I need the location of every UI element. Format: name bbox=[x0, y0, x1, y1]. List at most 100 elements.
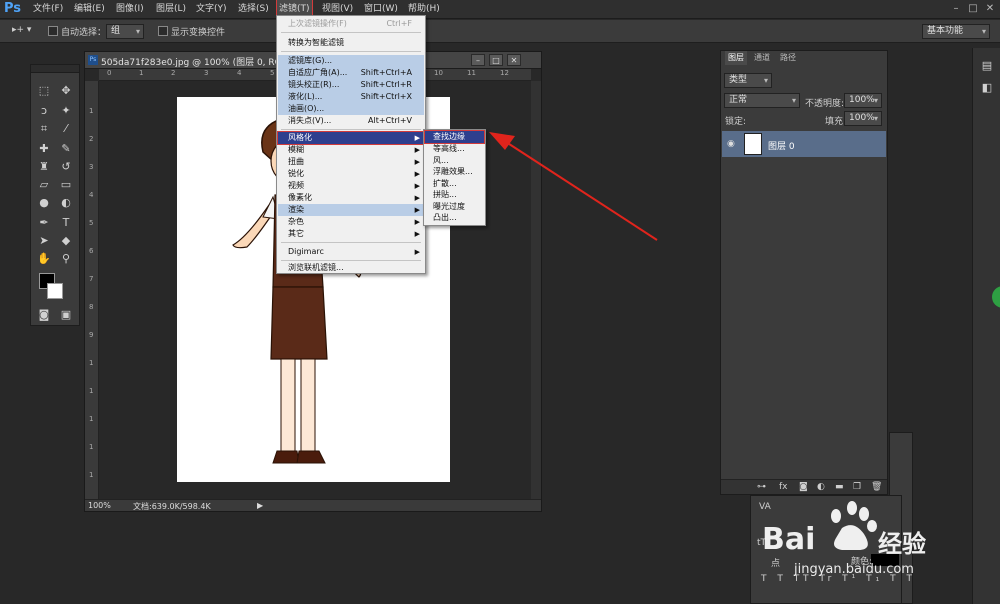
menu-browse-online-filters[interactable]: 浏览联机滤镜... bbox=[278, 262, 424, 274]
new-layer-icon[interactable]: ❐ bbox=[853, 482, 861, 492]
gradient-tool-icon[interactable]: ▭ bbox=[57, 177, 75, 193]
doc-close-button[interactable]: ✕ bbox=[507, 54, 521, 66]
doc-minimize-button[interactable]: – bbox=[471, 54, 485, 66]
background-color-swatch[interactable] bbox=[47, 283, 63, 299]
submenu-emboss[interactable]: 浮雕效果... bbox=[425, 166, 484, 178]
clone-stamp-icon[interactable]: ♜ bbox=[35, 159, 53, 175]
menu-oil-paint[interactable]: 油画(O)... bbox=[278, 103, 424, 115]
menu-stylize[interactable]: 风格化 ▶ bbox=[277, 131, 425, 145]
submenu-trace-contour[interactable]: 等高线... bbox=[425, 143, 484, 155]
menu-sharpen[interactable]: 锐化 ▶ bbox=[278, 168, 424, 180]
dodge-tool-icon[interactable]: ◐ bbox=[57, 195, 75, 211]
submenu-tiles[interactable]: 拼贴... bbox=[425, 189, 484, 201]
menu-video[interactable]: 视频 ▶ bbox=[278, 180, 424, 192]
menu-type[interactable]: 文字(Y) bbox=[194, 0, 229, 19]
quick-mask-icon[interactable]: ◙ bbox=[35, 307, 53, 323]
baidu-watermark: Bai 经验 jingyan.baidu.com bbox=[758, 494, 948, 584]
menu-render[interactable]: 渲染 ▶ bbox=[278, 204, 424, 216]
menu-blur[interactable]: 模糊 ▶ bbox=[278, 144, 424, 156]
status-arrow-icon[interactable]: ▶ bbox=[257, 501, 263, 510]
move-tool-icon[interactable]: ✥ bbox=[57, 83, 75, 99]
crop-tool-icon[interactable]: ⌗ bbox=[35, 121, 53, 137]
layer-name: 图层 0 bbox=[768, 142, 795, 152]
close-icon[interactable]: ✕ bbox=[984, 3, 996, 15]
ruler-tick: 4 bbox=[237, 69, 242, 77]
folder-icon[interactable]: ▬ bbox=[835, 482, 844, 492]
trash-icon[interactable]: 🗑 bbox=[871, 482, 882, 492]
pen-tool-icon[interactable]: ✒ bbox=[35, 215, 53, 231]
tab-layers[interactable]: 图层 bbox=[725, 51, 747, 65]
fill-field[interactable]: 100% bbox=[844, 111, 882, 126]
status-indicator[interactable] bbox=[992, 286, 1000, 308]
blur-tool-icon[interactable]: ● bbox=[35, 195, 53, 211]
healing-brush-icon[interactable]: ✚ bbox=[35, 141, 53, 157]
layer-row[interactable]: ◉ 图层 0 bbox=[722, 131, 886, 157]
menu-last-filter[interactable]: 上次滤镜操作(F) Ctrl+F bbox=[278, 18, 424, 30]
menu-noise[interactable]: 杂色 ▶ bbox=[278, 216, 424, 228]
fx-icon[interactable]: fx bbox=[779, 482, 788, 492]
blend-mode-dropdown[interactable]: 正常 bbox=[724, 93, 800, 108]
mask-icon[interactable]: ◙ bbox=[799, 482, 808, 492]
marquee-tool-icon[interactable]: ⬚ bbox=[35, 83, 53, 99]
menu-separator bbox=[281, 129, 421, 130]
toolbox: ⬚ ✥ ↄ ✦ ⌗ ⁄ ✚ ✎ ♜ ↺ ▱ ▭ ● ◐ ✒ T ➤ ◆ ✋ ⚲ … bbox=[30, 64, 80, 326]
workspace-dropdown[interactable]: 基本功能 bbox=[922, 24, 990, 39]
properties-panel-icon[interactable]: ◧ bbox=[978, 80, 996, 96]
menu-lens-correction[interactable]: 镜头校正(R)... Shift+Ctrl+R bbox=[278, 79, 424, 91]
lasso-tool-icon[interactable]: ↄ bbox=[35, 103, 53, 119]
eye-icon[interactable]: ◉ bbox=[727, 139, 735, 149]
ruler-tick: 5 bbox=[89, 219, 94, 227]
menu-edit[interactable]: 编辑(E) bbox=[72, 0, 107, 19]
opacity-field[interactable]: 100% bbox=[844, 93, 882, 108]
submenu-diffuse[interactable]: 扩散... bbox=[425, 178, 484, 190]
menu-image[interactable]: 图像(I) bbox=[114, 0, 146, 19]
ps-file-icon: Ps bbox=[88, 55, 98, 65]
menu-other[interactable]: 其它 ▶ bbox=[278, 228, 424, 240]
submenu-wind[interactable]: 风... bbox=[425, 155, 484, 167]
maximize-icon[interactable]: □ bbox=[967, 3, 979, 15]
link-layers-icon[interactable]: ⊶ bbox=[757, 482, 766, 492]
minimize-icon[interactable]: – bbox=[950, 3, 962, 15]
zoom-level[interactable]: 100% bbox=[88, 501, 111, 510]
shape-tool-icon[interactable]: ◆ bbox=[57, 233, 75, 249]
pixelate-label: 像素化 bbox=[288, 193, 312, 202]
hand-tool-icon[interactable]: ✋ bbox=[35, 251, 53, 267]
doc-maximize-button[interactable]: □ bbox=[489, 54, 503, 66]
path-select-icon[interactable]: ➤ bbox=[35, 233, 53, 249]
toolbox-header[interactable] bbox=[31, 65, 79, 73]
history-panel-icon[interactable]: ▤ bbox=[978, 58, 996, 74]
show-transform-checkbox[interactable] bbox=[158, 26, 168, 36]
layer-filter-dropdown[interactable]: 类型 bbox=[724, 73, 772, 88]
menu-filter-gallery[interactable]: 滤镜库(G)... bbox=[278, 55, 424, 67]
menu-distort[interactable]: 扭曲 ▶ bbox=[278, 156, 424, 168]
menu-file[interactable]: 文件(F) bbox=[31, 0, 65, 19]
screen-mode-icon[interactable]: ▣ bbox=[57, 307, 75, 323]
menu-convert-smart-filter[interactable]: 转换为智能滤镜 bbox=[278, 37, 424, 49]
submenu-solarize[interactable]: 曝光过度 bbox=[425, 201, 484, 213]
brush-tool-icon[interactable]: ✎ bbox=[57, 141, 75, 157]
menu-liquify[interactable]: 液化(L)... Shift+Ctrl+X bbox=[278, 91, 424, 103]
auto-select-checkbox[interactable] bbox=[48, 26, 58, 36]
tab-channels[interactable]: 通道 bbox=[751, 51, 773, 65]
menu-digimarc[interactable]: Digimarc ▶ bbox=[278, 246, 424, 258]
menu-adaptive-wide-angle[interactable]: 自适应广角(A)... Shift+Ctrl+A bbox=[278, 67, 424, 79]
tab-paths[interactable]: 路径 bbox=[777, 51, 799, 65]
eyedropper-icon[interactable]: ⁄ bbox=[57, 121, 75, 137]
auto-select-dropdown[interactable]: 组 bbox=[106, 24, 144, 39]
zoom-tool-icon[interactable]: ⚲ bbox=[57, 251, 75, 267]
menu-select[interactable]: 选择(S) bbox=[236, 0, 271, 19]
menu-pixelate[interactable]: 像素化 ▶ bbox=[278, 192, 424, 204]
submenu-find-edges[interactable]: 查找边缘 bbox=[424, 130, 485, 144]
menu-layer[interactable]: 图层(L) bbox=[154, 0, 188, 19]
sharpen-label: 锐化 bbox=[288, 169, 304, 178]
submenu-extrude[interactable]: 凸出... bbox=[425, 212, 484, 224]
eraser-tool-icon[interactable]: ▱ bbox=[35, 177, 53, 193]
move-tool-icon[interactable]: ▸+ ▾ bbox=[12, 25, 31, 35]
type-tool-icon[interactable]: T bbox=[57, 215, 75, 231]
watermark-url: jingyan.baidu.com bbox=[794, 562, 914, 577]
adjustment-icon[interactable]: ◐ bbox=[817, 482, 825, 492]
history-brush-icon[interactable]: ↺ bbox=[57, 159, 75, 175]
auto-select-value: 组 bbox=[111, 26, 121, 36]
menu-vanishing-point[interactable]: 消失点(V)... Alt+Ctrl+V bbox=[278, 115, 424, 127]
magic-wand-icon[interactable]: ✦ bbox=[57, 103, 75, 119]
